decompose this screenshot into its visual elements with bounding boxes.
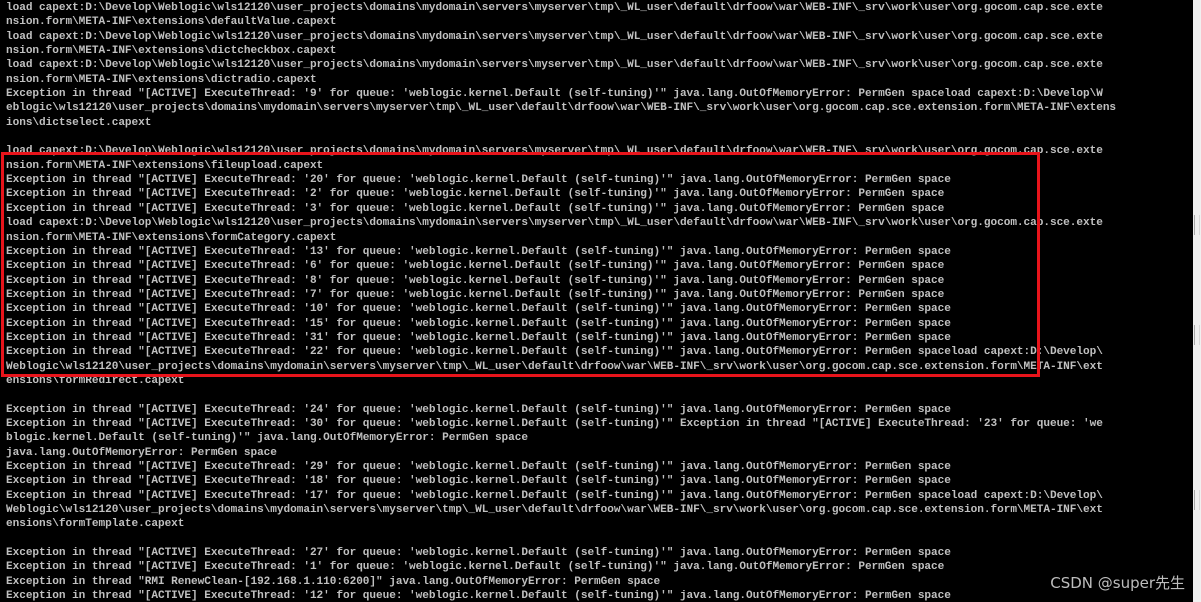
console-line: Exception in thread "[ACTIVE] ExecuteThr… [6,461,951,473]
console-line: Exception in thread "[ACTIVE] ExecuteThr… [6,489,1103,502]
console-line: Exception in thread "[ACTIVE] ExecuteThr… [6,174,951,187]
console-line: nsion.form\META-INF\extensions\dictcheck… [6,45,337,58]
scrollbar-notch [1194,215,1200,235]
console-line: nsion.form\META-INF\extensions\formCateg… [6,231,337,244]
console-output: load capext:D:\Develop\Weblogic\wls12120… [6,1,1193,602]
console-line: ions\dictselect.capext [6,116,152,129]
console-window[interactable]: load capext:D:\Develop\Weblogic\wls12120… [0,0,1193,602]
console-line: Exception in thread "[ACTIVE] ExecuteThr… [6,188,945,201]
console-line: load capext:D:\Develop\Weblogic\wls12120… [6,145,1103,158]
console-line: Exception in thread "[ACTIVE] ExecuteThr… [6,303,951,316]
console-line: Exception in thread "[ACTIVE] ExecuteThr… [6,88,1103,101]
console-line: load capext:D:\Develop\Weblogic\wls12120… [6,2,1103,14]
console-line: Exception in thread "[ACTIVE] ExecuteThr… [6,561,945,574]
console-line: Exception in thread "[ACTIVE] ExecuteThr… [6,403,951,416]
console-line: Exception in thread "[ACTIVE] ExecuteThr… [6,274,945,287]
console-line: ensions\formTemplate.capext [6,518,185,531]
scrollbar-notch [1194,490,1200,510]
console-line: Exception in thread "[ACTIVE] ExecuteThr… [6,547,951,560]
console-line: Exception in thread "[ACTIVE] ExecuteThr… [6,346,1103,359]
console-line: java.lang.OutOfMemoryError: PermGen spac… [6,446,277,459]
console-line: blogic.kernel.Default (self-tuning)'" ja… [6,432,528,445]
console-line: Exception in thread "[ACTIVE] ExecuteThr… [6,331,951,344]
console-line: Exception in thread "[ACTIVE] ExecuteThr… [6,317,951,330]
console-line: Exception in thread "[ACTIVE] ExecuteThr… [6,260,945,273]
watermark-label: CSDN @super先生 [1050,574,1185,592]
console-line: eblogic\wls12120\user_projects\domains\m… [6,102,1117,115]
vertical-scrollbar[interactable] [1193,0,1201,602]
console-line: Exception in thread "[ACTIVE] ExecuteThr… [6,202,945,215]
console-line: Weblogic\wls12120\user_projects\domains\… [6,504,1103,517]
console-line: load capext:D:\Develop\Weblogic\wls12120… [6,30,1103,43]
console-line: load capext:D:\Develop\Weblogic\wls12120… [6,217,1103,230]
scrollbar-notch [1194,325,1200,345]
console-line: nsion.form\META-INF\extensions\fileuploa… [6,159,324,172]
console-line: Exception in thread "[ACTIVE] ExecuteThr… [6,288,945,301]
console-line: Exception in thread "[ACTIVE] ExecuteThr… [6,245,951,258]
console-line: load capext:D:\Develop\Weblogic\wls12120… [6,59,1103,72]
console-line: nsion.form\META-INF\extensions\defaultVa… [6,16,337,29]
console-line: ensions\formRedirect.capext [6,374,185,387]
console-line: Exception in thread "[ACTIVE] ExecuteThr… [6,417,1103,430]
console-line: Exception in thread "[ACTIVE] ExecuteThr… [6,590,951,602]
console-line: Exception in thread "[ACTIVE] ExecuteThr… [6,475,951,488]
console-line: nsion.form\META-INF\extensions\dictradio… [6,73,317,86]
console-line: Exception in thread "RMI RenewClean-[192… [6,575,661,588]
console-line: Weblogic\wls12120\user_projects\domains\… [6,360,1103,373]
